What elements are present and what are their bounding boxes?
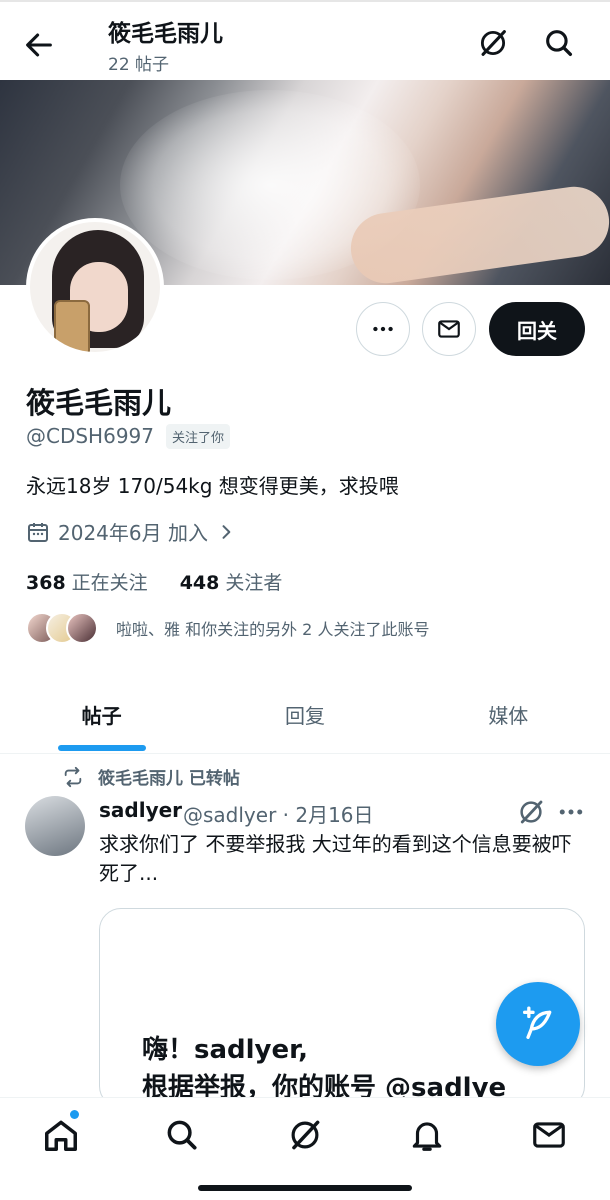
post-author-name[interactable]: sadlyer [99,798,182,822]
following-stat[interactable]: 368 正在关注 [26,568,148,595]
mutual-avatar [66,612,98,644]
bottom-navigation [0,1097,610,1200]
post-text: 求求你们了 不要举报我 大过年的看到这个信息要被吓死了... [99,832,572,885]
tab-media[interactable]: 媒体 [407,680,610,753]
follow-stats: 368 正在关注 448 关注者 [26,568,282,595]
followers-stat[interactable]: 448 关注者 [180,568,283,595]
following-label: 正在关注 [71,572,148,594]
home-icon[interactable] [42,1116,80,1154]
chevron-right-icon [222,524,231,539]
post-meta: @sadlyer · 2月16日 [183,803,374,827]
header-title: 筱毛毛雨儿 [108,21,223,47]
more-icon[interactable] [556,797,586,827]
message-button[interactable] [422,302,476,356]
profile-avatar[interactable] [26,218,164,356]
mutual-followers[interactable]: 啦啦、雅 和你关注的另外 2 人关注了此账号 [26,612,429,644]
avatar-phone [54,300,90,352]
calendar-icon [28,522,48,542]
card-text-line1: 嗨！sadlyer, [142,1035,309,1065]
mail-icon [438,320,460,338]
joined-date[interactable]: 2024年6月 加入 [26,517,236,546]
grok-icon[interactable] [516,797,546,827]
tab-posts[interactable]: 帖子 [0,680,203,753]
follows-you-badge: 关注了你 [166,424,231,449]
active-tab-indicator [58,745,146,751]
post-author-avatar[interactable] [25,796,85,856]
repost-indicator[interactable]: 筱毛毛雨儿 已转帖 [62,764,240,789]
profile-tabs: 帖子 回复 媒体 [0,680,610,754]
repost-icon [64,766,82,787]
back-arrow-icon[interactable] [22,28,56,62]
more-options-button[interactable] [356,302,410,356]
home-indicator [198,1185,412,1191]
user-handle: @CDSH6997 [26,424,154,448]
search-icon[interactable] [163,1116,201,1154]
following-count: 368 [26,572,66,594]
more-icon [373,326,393,332]
repost-text: 筱毛毛雨儿 已转帖 [98,769,240,789]
bell-icon[interactable] [408,1116,446,1154]
notification-dot [70,1110,79,1119]
compose-post-button[interactable] [496,982,580,1066]
follow-back-button[interactable]: 回关 [489,302,585,356]
followers-label: 关注者 [225,572,283,594]
joined-text: 2024年6月 加入 [58,521,208,545]
profile-header: 筱毛毛雨儿 22 帖子 [0,0,610,80]
profile-bio: 永远18岁 170/54kg 想变得更美，求投喂 [26,474,399,498]
header-post-count: 22 帖子 [108,55,170,75]
grok-icon[interactable] [286,1116,324,1154]
tab-replies[interactable]: 回复 [203,680,406,753]
compose-feather-icon [523,1006,552,1039]
mail-icon[interactable] [530,1116,568,1154]
search-icon[interactable] [542,26,576,60]
followers-count: 448 [179,572,220,594]
grok-icon[interactable] [476,26,510,60]
display-name: 筱毛毛雨儿 [26,386,172,420]
mutual-followers-text: 啦啦、雅 和你关注的另外 2 人关注了此账号 [116,620,430,639]
